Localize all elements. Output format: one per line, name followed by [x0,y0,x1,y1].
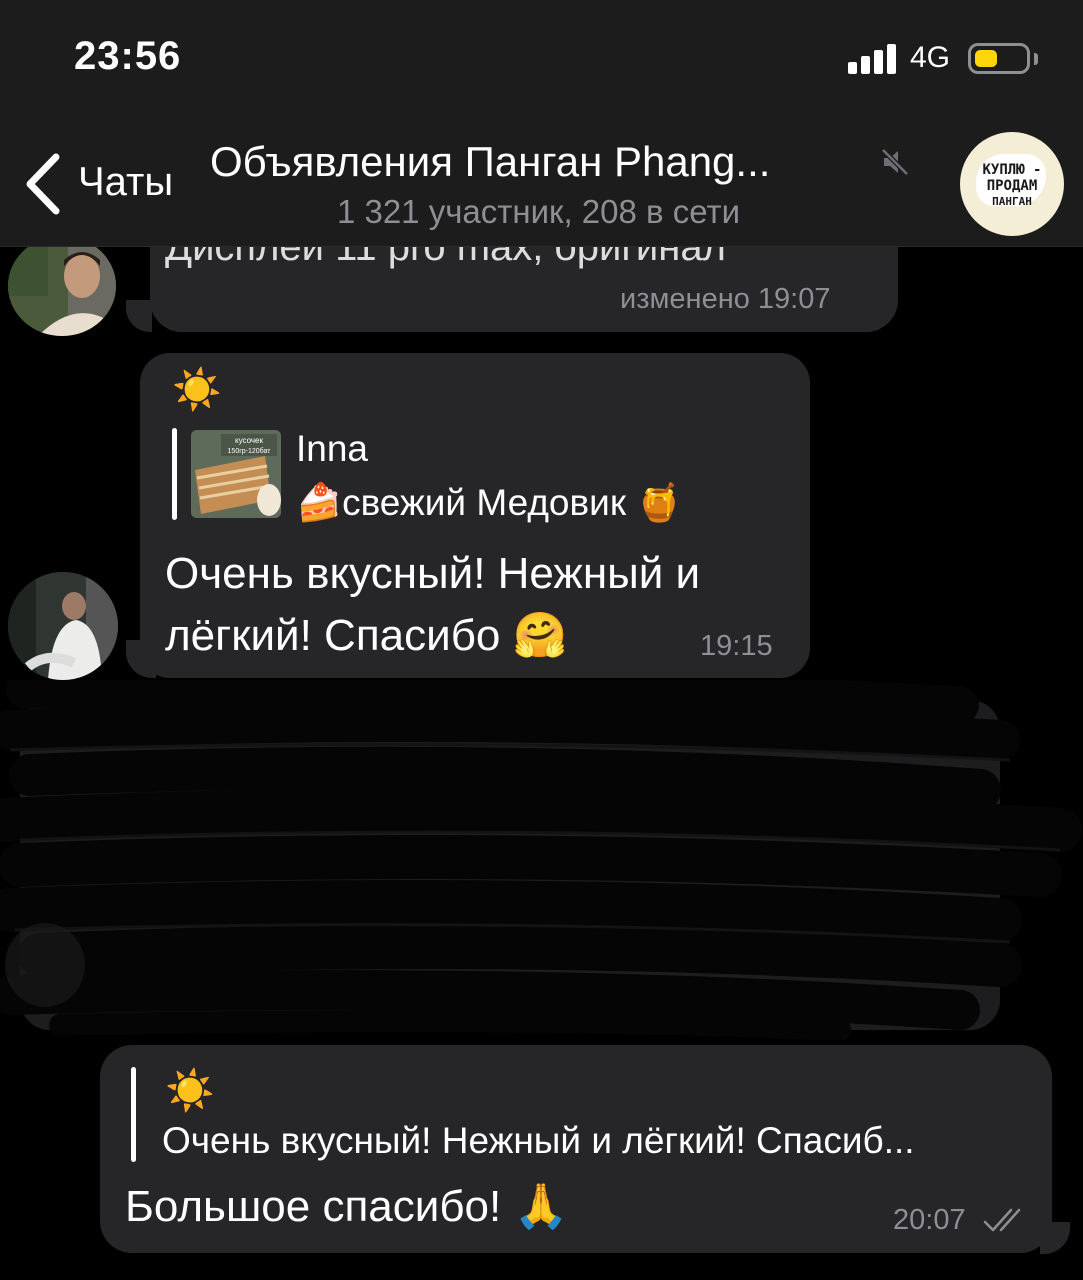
battery-icon [968,43,1030,74]
member-count: 1 321 участник, 208 в сети [336,193,741,230]
battery-fill [975,50,997,67]
message-time: изменено 19:07 [620,283,831,315]
status-time: 23:56 [74,34,182,78]
avatar-text-line: ПРОДАМ [986,178,1038,194]
thumb-caption: 150гр-120бат [228,447,272,455]
reply-text: 🍰свежий Медовик 🍯 [296,482,683,523]
network-label: 4G [910,41,951,74]
read-double-check-icon [983,1208,1021,1232]
group-avatar[interactable]: КУПЛЮ - ПРОДАМ ПАНГАН [960,132,1064,236]
reply-thumbnail[interactable]: кусочек 150гр-120бат [191,430,281,518]
chat-title[interactable]: Объявления Панган Phang... [210,138,770,186]
battery-cap [1034,53,1038,65]
sun-sticker: ☀️ [172,368,222,412]
navigation-bar: 23:56 4G Чаты Объявления Панган Phang...… [0,0,1083,247]
bubble-tail [126,640,156,678]
chat-subtitle: 1 321 участник, 208 в сети [0,193,1083,231]
redacted-message [0,680,1082,1040]
thumb-caption: кусочек [235,436,263,445]
reply-quote-bar [172,428,177,520]
message-text: Очень вкусный! Нежный и лёгкий! Спасибо … [165,549,701,660]
reply-text: Очень вкусный! Нежный и лёгкий! Спасиб..… [162,1120,915,1161]
muted-speaker-icon [880,147,910,177]
sender-avatar[interactable] [8,236,116,336]
signal-icon [848,44,900,74]
reply-quote-bar [131,1067,136,1162]
sun-sticker: ☀️ [165,1069,215,1113]
message-time: 19:15 [700,630,773,662]
bubble-tail [1040,1222,1070,1254]
avatar-text-line: КУПЛЮ - [982,162,1042,178]
reply-author: Inna [296,428,369,469]
message-text: Большое спасибо! 🙏 [125,1182,569,1231]
sender-avatar[interactable] [8,572,118,680]
avatar-text-line: ПАНГАН [992,195,1032,208]
message-time: 20:07 [893,1204,966,1236]
bubble-tail [126,300,152,332]
